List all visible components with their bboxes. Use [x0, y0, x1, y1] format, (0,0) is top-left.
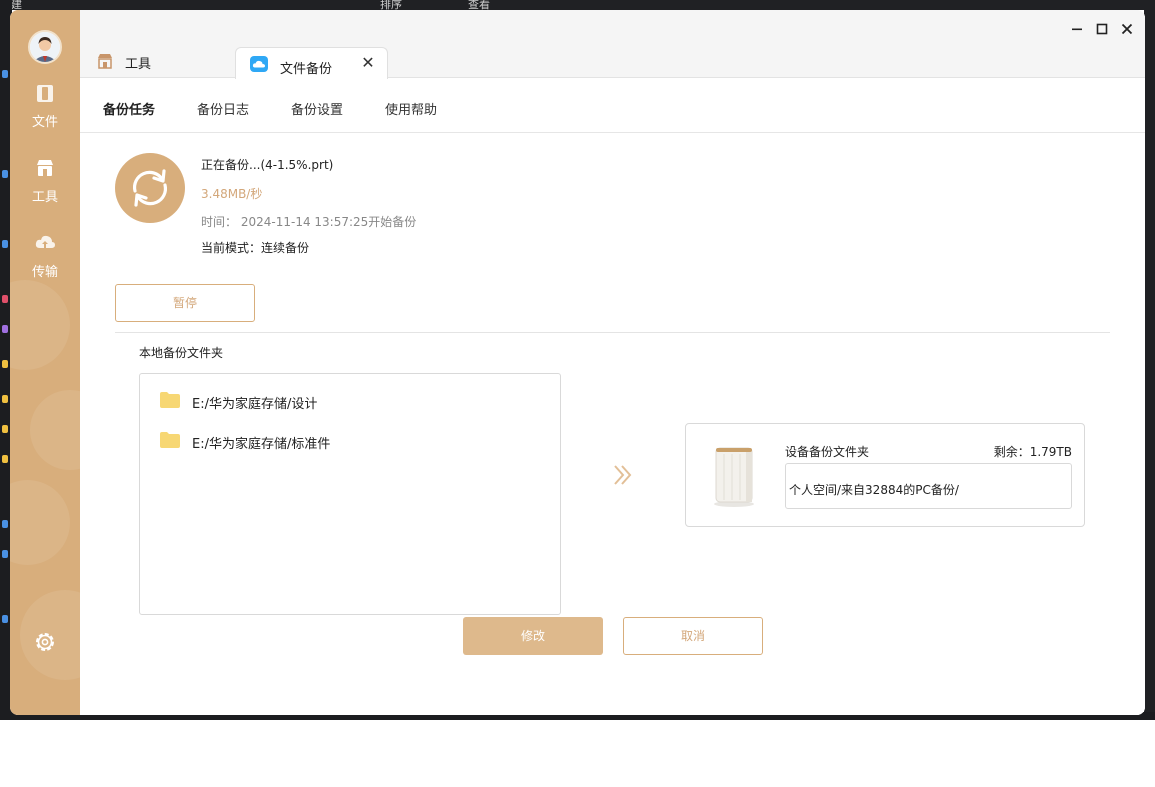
local-folder-list[interactable]: E:/华为家庭存储/设计 E:/华为家庭存储/标准件: [139, 373, 561, 615]
backup-status-indicator: [115, 153, 185, 223]
folder-icon: [160, 392, 180, 408]
file-backup-window: 文件 工具 传输 工具 文件备份 ✕ 备份任务 备份日志 备份设置 使用帮助 正…: [10, 10, 1145, 715]
tab-label: 工具: [125, 57, 152, 72]
title-bar: 工具 文件备份 ✕: [80, 10, 1145, 79]
bg-menu-view: 查看: [468, 0, 490, 10]
backup-subnav: 备份任务 备份日志 备份设置 使用帮助: [80, 79, 1145, 133]
section-divider: [115, 332, 1110, 333]
start-time: 时间： 2024-11-14 13:57:25开始备份: [201, 213, 416, 230]
start-time-label: 时间：: [201, 215, 238, 229]
cloud-icon: [250, 56, 268, 72]
sidebar-item-label: 文件: [31, 115, 58, 130]
sync-icon: [132, 169, 168, 207]
sidebar-item-files[interactable]: 文件: [10, 82, 80, 138]
bg-menu-sort: 排序: [380, 0, 402, 10]
sidebar-item-transfer[interactable]: 传输: [10, 232, 80, 288]
device-folder-title: 设备备份文件夹: [785, 445, 870, 459]
avatar[interactable]: [28, 30, 62, 64]
tab-backup-settings[interactable]: 备份设置: [291, 99, 343, 118]
close-window-icon[interactable]: [1120, 22, 1134, 36]
toolbox-icon: [37, 160, 53, 176]
tab-help[interactable]: 使用帮助: [385, 99, 437, 118]
tab-tools[interactable]: 工具: [96, 48, 226, 78]
file-icon: [37, 85, 53, 102]
sidebar-item-label: 工具: [31, 190, 58, 205]
nas-device-icon: [714, 447, 754, 507]
transfer-speed: 3.48MB/秒: [201, 187, 263, 201]
tab-backup-log[interactable]: 备份日志: [197, 99, 249, 118]
close-tab-icon[interactable]: ✕: [359, 54, 377, 72]
tab-backup-tasks[interactable]: 备份任务: [103, 99, 155, 118]
sidebar-item-tools[interactable]: 工具: [10, 157, 80, 213]
folder-path: E:/华为家庭存储/设计: [192, 397, 318, 412]
folder-path: E:/华为家庭存储/标准件: [192, 437, 331, 452]
cancel-button[interactable]: 取消: [623, 617, 763, 655]
modify-button[interactable]: 修改: [463, 617, 603, 655]
double-chevron-right-icon: [614, 465, 632, 485]
sidebar-item-label: 传输: [31, 265, 58, 280]
store-icon: [98, 54, 112, 69]
cloud-upload-icon: [35, 235, 55, 251]
current-file: 正在备份...(4-1.5%.prt): [201, 158, 334, 172]
maximize-icon[interactable]: [1095, 22, 1109, 36]
list-item[interactable]: E:/华为家庭存储/标准件: [160, 430, 540, 452]
main-panel: 工具 文件备份 ✕ 备份任务 备份日志 备份设置 使用帮助 正在备份...(4-…: [80, 10, 1145, 715]
gear-icon[interactable]: [33, 630, 57, 654]
screen: 新建 排序 查看: [0, 0, 1155, 787]
pause-button[interactable]: 暂停: [115, 284, 255, 322]
start-time-value: 2024-11-14 13:57:25开始备份: [240, 215, 417, 229]
remaining-space: 剩余：1.79TB: [993, 445, 1072, 459]
minimize-icon[interactable]: [1070, 22, 1084, 36]
backup-mode: 当前模式：连续备份: [201, 241, 310, 255]
user-avatar-icon: [30, 32, 60, 62]
device-folder-path[interactable]: 个人空间/来自32884的PC备份/: [785, 463, 1072, 509]
background-explorer-toolbar: 新建 排序 查看: [0, 0, 1155, 10]
tab-label: 文件备份: [280, 62, 333, 77]
local-folder-title: 本地备份文件夹: [139, 346, 224, 360]
folder-icon: [160, 432, 180, 448]
background-window-edge: [1144, 10, 1155, 720]
tab-file-backup[interactable]: 文件备份 ✕: [235, 47, 388, 79]
list-item[interactable]: E:/华为家庭存储/设计: [160, 390, 540, 412]
sidebar: 文件 工具 传输: [10, 10, 80, 715]
device-folder-panel: 设备备份文件夹 剩余：1.79TB 个人空间/来自32884的PC备份/: [685, 423, 1085, 527]
